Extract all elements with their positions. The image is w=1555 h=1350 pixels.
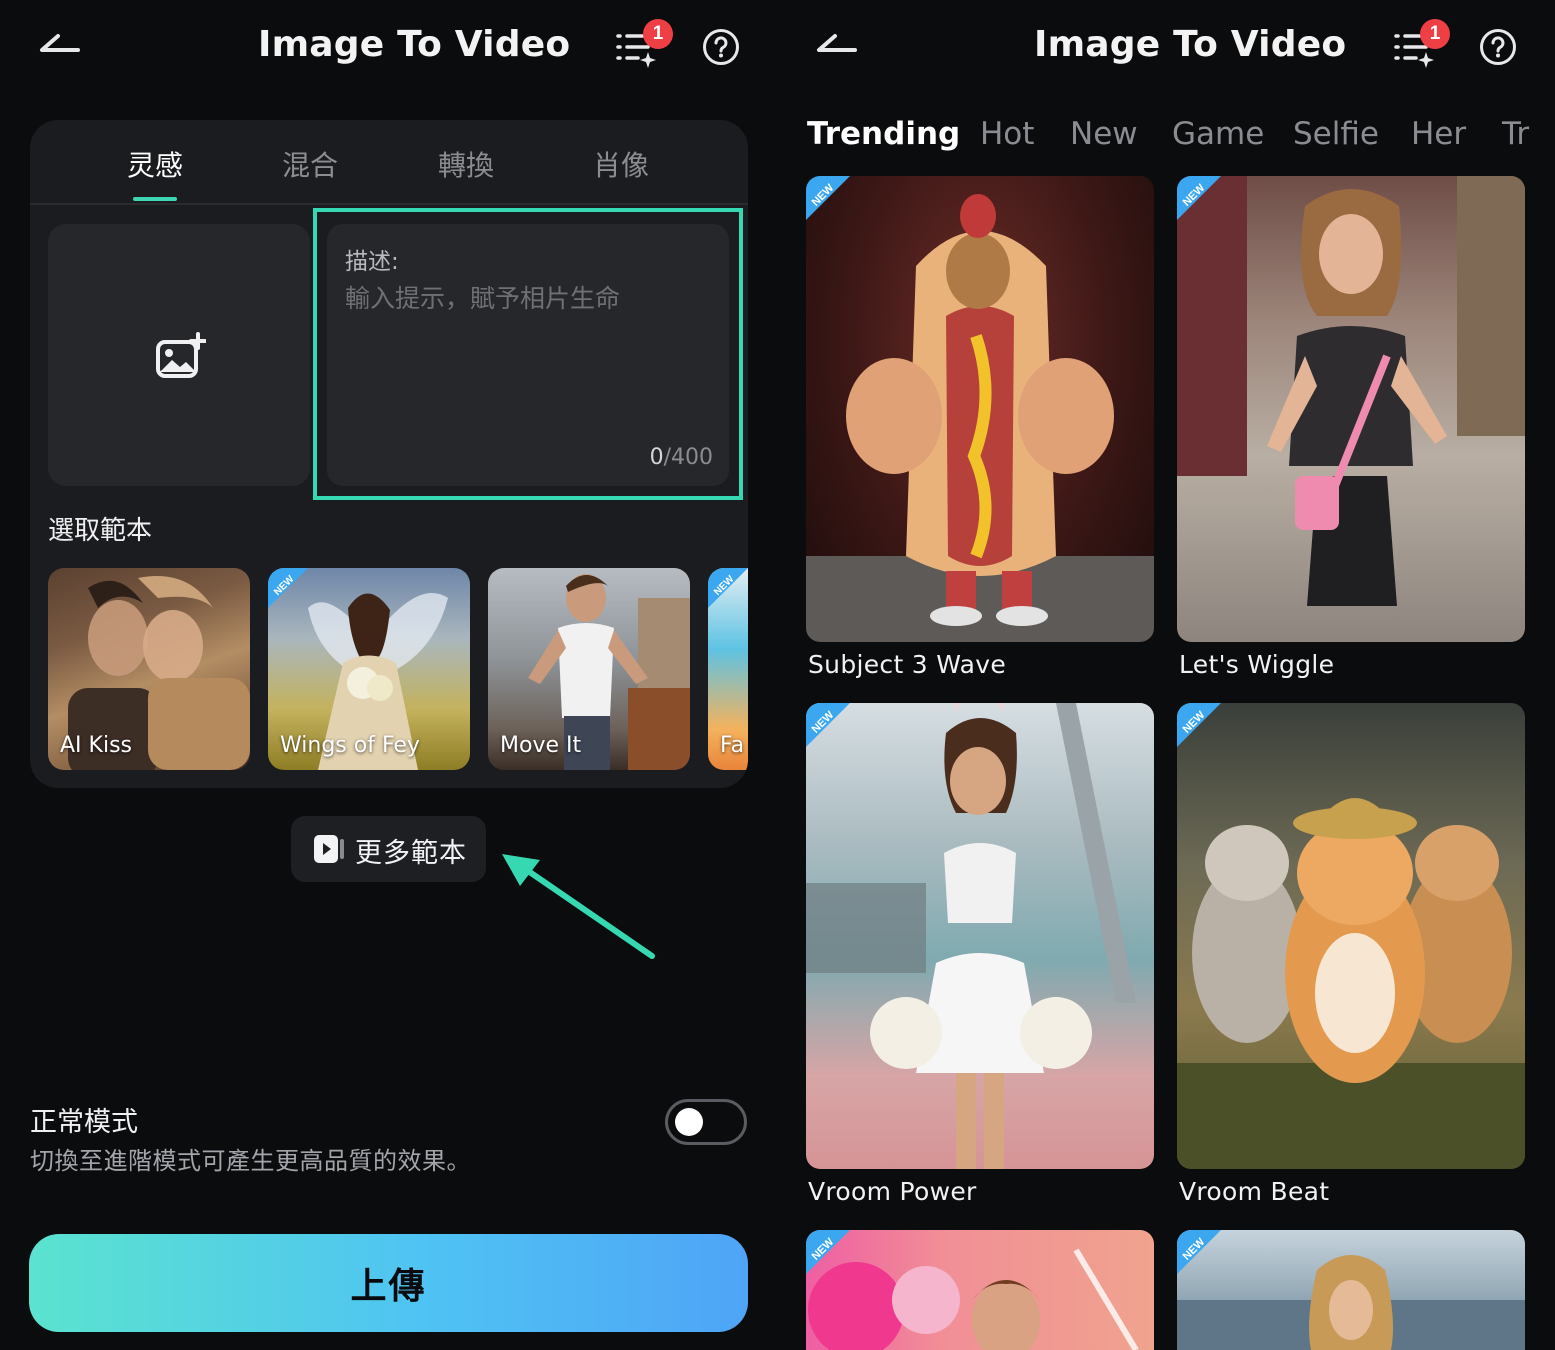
upload-button-label: 上傳 [350,1265,427,1306]
new-tag-icon: NEW [1177,1230,1221,1274]
new-tag-icon: NEW [708,568,748,608]
advanced-mode-toggle[interactable] [665,1099,747,1145]
vroom-power-image: NEW [806,703,1154,1169]
new-tag-icon: NEW [806,1230,850,1274]
new-tag-icon: NEW [1177,176,1221,220]
mode-description: 切換至進階模式可產生更高品質的效果。 [30,1147,471,1175]
template-label: AI Kiss [60,733,132,758]
template-label: Wings of Fey [280,733,420,758]
hotdog-character-image [806,194,1154,642]
tab-mix[interactable]: 混合 [255,144,365,184]
back-arrow-icon[interactable] [813,30,859,60]
toggle-knob [675,1108,703,1136]
add-image-icon [156,332,206,378]
new-tag-icon: NEW [1177,703,1221,747]
template-label: Move It [500,733,582,758]
more-templates-button[interactable]: 更多範本 [291,816,486,882]
category-tabs: Trending Hot New Game Selfie Her Tr [778,112,1555,162]
tab-more-partial[interactable]: Tr [1502,116,1529,152]
mode-title: 正常模式 [30,1107,138,1138]
partial-template-image: NEW [1177,1230,1525,1350]
template-move-it[interactable]: Move It [488,568,690,770]
tab-hot[interactable]: Hot [980,116,1034,152]
character-counter: 0/400 [649,445,713,470]
tab-inspiration[interactable]: 灵感 [100,144,210,184]
page-title: Image To Video [258,24,571,65]
add-image-button[interactable] [48,224,310,486]
vroom-beat-image: NEW [1177,703,1525,1169]
subject-3-wave-image: NEW [806,176,1154,642]
help-icon[interactable] [1479,28,1517,66]
annotation-arrow-icon [502,854,655,959]
tab-game[interactable]: Game [1172,116,1264,152]
notification-badge: 1 [1420,19,1450,49]
template-fa[interactable]: NEW Fa [708,568,748,770]
template-carousel: AI Kiss NEW Wings of Fey Move It NEW Fa [48,568,748,770]
template-card-label: Subject 3 Wave [808,650,1007,679]
new-tag-icon: NEW [806,703,850,747]
back-arrow-icon[interactable] [36,30,82,60]
description-box[interactable]: 描述: 0/400 [327,224,729,486]
new-tag-icon: NEW [806,176,850,220]
child-balloons-image [808,1248,1139,1350]
left-screen: Image To Video 1 灵感 混合 轉換 肖像 描述: 輸入提示，賦予… [0,0,778,1350]
template-section-title: 選取範本 [48,516,153,546]
create-card: 灵感 混合 轉換 肖像 描述: 0/400 選取範本 [30,120,748,788]
tab-trending[interactable]: Trending [807,116,960,152]
template-label: Fa [720,733,745,758]
tab-transform[interactable]: 轉換 [411,144,521,184]
lets-wiggle-image: NEW [1177,176,1525,642]
cheerleader-image [806,703,1136,1169]
active-tab-indicator [133,197,177,201]
tab-her[interactable]: Her [1411,116,1466,152]
tab-new[interactable]: New [1070,116,1138,152]
template-card-label: Vroom Power [808,1177,977,1206]
page-title: Image To Video [1034,24,1347,65]
upload-button[interactable]: 上傳 [29,1234,748,1332]
video-template-icon [314,835,344,863]
new-badge: NEW [268,568,308,608]
mode-tabs: 灵感 混合 轉換 肖像 [30,120,748,205]
new-tag-icon: NEW [268,568,308,608]
description-highlight: 描述: 0/400 [313,208,743,500]
help-icon[interactable] [702,28,740,66]
template-card-label: Let's Wiggle [1179,650,1335,679]
description-label: 描述: [345,249,399,275]
woman-dancing-image [1177,176,1525,606]
description-input[interactable] [345,284,715,313]
template-card-label: Vroom Beat [1179,1177,1330,1206]
more-templates-label: 更多範本 [355,838,467,869]
new-badge: NEW [708,568,748,608]
right-screen: Image To Video 1 Trending Hot New Game S… [778,0,1555,1350]
dancing-cats-image [1177,798,1525,1169]
template-wings-of-fey[interactable]: NEW Wings of Fey [268,568,470,770]
woman-portrait-image [1177,1255,1525,1350]
partial-template-image: NEW [806,1230,1154,1350]
tab-selfie[interactable]: Selfie [1293,116,1379,152]
notification-badge: 1 [643,19,673,49]
template-ai-kiss[interactable]: AI Kiss [48,568,250,770]
tab-portrait[interactable]: 肖像 [566,144,676,184]
